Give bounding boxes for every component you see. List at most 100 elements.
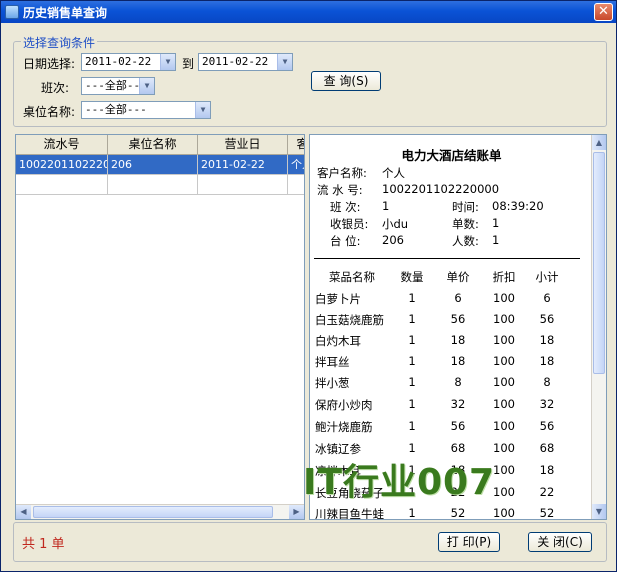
dish-subtotal: 68 bbox=[539, 441, 555, 455]
dish-qty: 1 bbox=[408, 291, 416, 305]
customer-value: 个人 bbox=[382, 166, 405, 180]
query-conditions-legend: 选择查询条件 bbox=[21, 34, 98, 51]
dish-qty: 1 bbox=[408, 354, 416, 368]
scroll-up-icon[interactable]: ▲ bbox=[592, 135, 606, 150]
dish-discount: 100 bbox=[493, 506, 515, 520]
close-button[interactable]: 关 闭(C) bbox=[528, 532, 592, 552]
empty-cell[interactable] bbox=[288, 175, 304, 195]
dish-price: 56 bbox=[450, 419, 466, 433]
date-label: 日期选择: bbox=[23, 57, 76, 71]
shift-select-value: ---全部-- bbox=[85, 79, 141, 92]
dish-name: 保府小炒肉 bbox=[315, 398, 373, 412]
dish-name: 鲍汁烧鹿筋 bbox=[315, 420, 373, 434]
table-value: 206 bbox=[382, 233, 404, 247]
cell-business-day[interactable]: 2011-02-22 bbox=[198, 155, 288, 175]
horizontal-scrollbar[interactable]: ◀ ▶ bbox=[16, 504, 304, 519]
dish-name: 川辣目鱼牛蛙 bbox=[315, 507, 384, 520]
dish-discount: 100 bbox=[493, 397, 515, 411]
dish-discount: 100 bbox=[493, 419, 515, 433]
scroll-thumb[interactable] bbox=[33, 506, 273, 518]
to-label: 到 bbox=[182, 57, 195, 71]
shift-value: 1 bbox=[382, 199, 390, 213]
dish-name: 白萝卜片 bbox=[315, 292, 361, 306]
vertical-scrollbar[interactable]: ▲ ▼ bbox=[591, 135, 606, 519]
scroll-right-icon[interactable]: ▶ bbox=[289, 505, 304, 519]
column-header-table[interactable]: 桌位名称 bbox=[108, 135, 198, 155]
people-value: 1 bbox=[492, 233, 500, 247]
watermark: IT行业007 bbox=[303, 462, 496, 503]
table-name-select[interactable]: ---全部--- ▼ bbox=[81, 101, 211, 119]
cell-table[interactable]: 206 bbox=[108, 155, 198, 175]
shift-label: 班次: bbox=[41, 81, 70, 95]
chevron-down-icon[interactable]: ▼ bbox=[277, 54, 292, 70]
dish-discount: 100 bbox=[493, 354, 515, 368]
print-button[interactable]: 打 印(P) bbox=[438, 532, 500, 552]
scroll-down-icon[interactable]: ▼ bbox=[592, 504, 606, 519]
shift-label: 班 次: bbox=[330, 200, 361, 214]
receipt-divider bbox=[314, 258, 580, 259]
column-header-customer[interactable]: 客 bbox=[288, 135, 304, 155]
date-to-value: 2011-02-22 bbox=[202, 55, 269, 68]
customer-label: 客户名称: bbox=[317, 166, 367, 180]
receipt-title: 电力大酒店结账单 bbox=[401, 148, 502, 163]
chevron-down-icon[interactable]: ▼ bbox=[160, 54, 175, 70]
dish-discount: 100 bbox=[493, 333, 515, 347]
title-bar[interactable]: 历史销售单查询 ✕ bbox=[1, 1, 616, 23]
dish-subtotal: 18 bbox=[539, 333, 555, 347]
empty-cell[interactable] bbox=[108, 175, 198, 195]
cell-serial[interactable]: 1002201102220000 bbox=[16, 155, 108, 175]
bottom-bar: 共 1 单 打 印(P) 关 闭(C) bbox=[13, 522, 607, 562]
chevron-down-icon[interactable]: ▼ bbox=[139, 78, 154, 94]
dish-subtotal: 52 bbox=[539, 506, 555, 520]
table-name-select-value: ---全部--- bbox=[85, 103, 147, 116]
sales-history-window: 历史销售单查询 ✕ 选择查询条件 日期选择: 2011-02-22 ▼ 到 20… bbox=[0, 0, 617, 572]
app-icon bbox=[5, 5, 19, 19]
chevron-down-icon[interactable]: ▼ bbox=[195, 102, 210, 118]
shift-select[interactable]: ---全部-- ▼ bbox=[81, 77, 155, 95]
column-header-qty: 数量 bbox=[400, 270, 424, 284]
dish-name: 白玉菇烧鹿筋 bbox=[315, 313, 384, 327]
order-summary: 共 1 单 bbox=[22, 537, 65, 552]
scroll-thumb[interactable] bbox=[593, 152, 605, 374]
serial-value: 1002201102220000 bbox=[382, 182, 500, 196]
dish-price: 52 bbox=[450, 506, 466, 520]
dish-qty: 1 bbox=[408, 312, 416, 326]
date-to-picker[interactable]: 2011-02-22 ▼ bbox=[198, 53, 293, 71]
dish-qty: 1 bbox=[408, 375, 416, 389]
dish-qty: 1 bbox=[408, 506, 416, 520]
dish-price: 32 bbox=[450, 397, 466, 411]
scroll-left-icon[interactable]: ◀ bbox=[16, 505, 31, 519]
sales-list-grid[interactable]: 流水号 桌位名称 营业日 客 1002201102220000 206 2011… bbox=[15, 134, 305, 520]
dish-subtotal: 22 bbox=[539, 485, 555, 499]
dish-price: 18 bbox=[450, 354, 466, 368]
close-window-button[interactable]: ✕ bbox=[594, 3, 613, 21]
query-button[interactable]: 查 询(S) bbox=[311, 71, 381, 91]
empty-cell[interactable] bbox=[198, 175, 288, 195]
dish-subtotal: 56 bbox=[539, 312, 555, 326]
serial-label: 流 水 号: bbox=[317, 183, 363, 197]
date-from-picker[interactable]: 2011-02-22 ▼ bbox=[81, 53, 176, 71]
column-header-serial[interactable]: 流水号 bbox=[16, 135, 108, 155]
cashier-label: 收银员: bbox=[330, 217, 369, 231]
dish-name: 拌耳丝 bbox=[315, 355, 350, 369]
cell-customer[interactable]: 个人 bbox=[288, 155, 304, 175]
dish-discount: 100 bbox=[493, 375, 515, 389]
dish-price: 56 bbox=[450, 312, 466, 326]
order-count-label: 单数: bbox=[452, 217, 479, 231]
dish-discount: 100 bbox=[493, 312, 515, 326]
dish-name: 白灼木耳 bbox=[315, 334, 361, 348]
dish-subtotal: 6 bbox=[543, 291, 551, 305]
dish-subtotal: 56 bbox=[539, 419, 555, 433]
column-header-dish: 菜品名称 bbox=[329, 270, 375, 284]
dish-discount: 100 bbox=[493, 291, 515, 305]
empty-cell[interactable] bbox=[16, 175, 108, 195]
column-header-subtotal: 小计 bbox=[535, 270, 559, 284]
column-header-business-day[interactable]: 营业日 bbox=[198, 135, 288, 155]
order-count-value: 1 bbox=[492, 216, 500, 230]
dish-name: 拌小葱 bbox=[315, 376, 350, 390]
dish-subtotal: 8 bbox=[543, 375, 551, 389]
time-label: 时间: bbox=[452, 200, 479, 214]
dish-subtotal: 32 bbox=[539, 397, 555, 411]
people-label: 人数: bbox=[452, 234, 479, 248]
dish-price: 8 bbox=[454, 375, 462, 389]
